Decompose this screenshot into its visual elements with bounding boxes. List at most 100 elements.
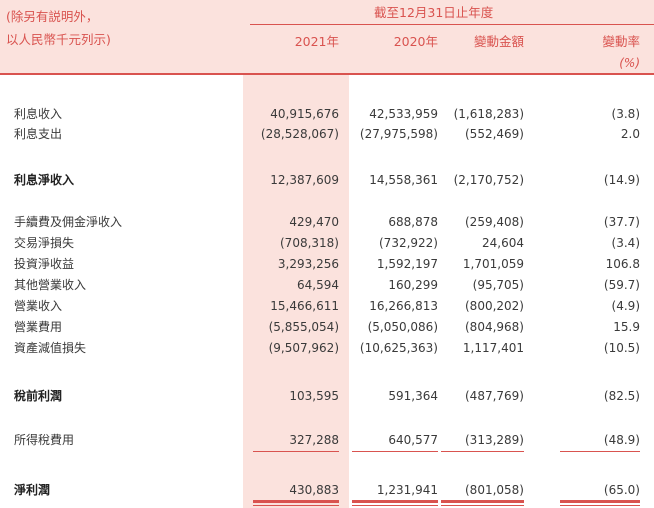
table-row-impairment-loss: 資產減值損失 (9,507,962) (10,625,363) 1,117,40… <box>0 340 654 356</box>
value-2021: (9,507,962) <box>268 341 339 355</box>
value-rate: 106.8 <box>605 257 640 271</box>
value-2021: 3,293,256 <box>277 257 339 271</box>
value-rate: (59.7) <box>603 278 640 292</box>
row-label: 利息淨收入 <box>14 173 75 187</box>
row-label: 營業收入 <box>14 299 63 313</box>
column-header-change: 變動金額 <box>473 34 524 49</box>
value-change: (259,408) <box>465 215 524 229</box>
value-change: (801,058) <box>465 483 524 497</box>
underline-rate <box>560 451 640 452</box>
financial-statement-table: (除另有説明外， 以人民幣千元列示) 截至12月31日止年度 2021年 202… <box>0 0 654 508</box>
value-2020: 42,533,959 <box>369 107 438 121</box>
double-underline-change-lower <box>441 505 524 506</box>
value-rate: (10.5) <box>603 341 640 355</box>
value-rate: 2.0 <box>620 127 640 141</box>
row-label: 其他營業收入 <box>14 278 87 292</box>
value-2021: 327,288 <box>289 433 339 447</box>
underline-change <box>441 451 524 452</box>
value-rate: (3.4) <box>611 236 640 250</box>
row-label: 淨利潤 <box>14 483 51 497</box>
double-underline-2021-lower <box>253 505 339 506</box>
currency-note-line2: 以人民幣千元列示) <box>6 32 111 47</box>
row-label: 利息支出 <box>14 127 63 141</box>
value-2020: (732,922) <box>379 236 438 250</box>
value-change: 1,701,059 <box>462 257 524 271</box>
value-2021: 429,470 <box>289 215 339 229</box>
value-2020: 688,878 <box>388 215 438 229</box>
value-change: (313,289) <box>465 433 524 447</box>
double-underline-2021 <box>253 500 339 503</box>
value-rate: (3.8) <box>611 107 640 121</box>
value-2021: 64,594 <box>297 278 339 292</box>
header-bottom-rule <box>0 73 654 75</box>
double-underline-rate <box>560 500 640 503</box>
period-heading: 截至12月31日止年度 <box>374 5 494 20</box>
value-change: (95,705) <box>472 278 524 292</box>
double-underline-2020-lower <box>352 505 438 506</box>
value-change: (804,968) <box>465 320 524 334</box>
table-row-other-operating-income: 其他營業收入 64,594 160,299 (95,705) (59.7) <box>0 277 654 293</box>
value-rate: (65.0) <box>603 483 640 497</box>
underline-2021 <box>253 451 339 452</box>
value-change: 24,604 <box>482 236 524 250</box>
value-rate: (48.9) <box>603 433 640 447</box>
value-change: (800,202) <box>465 299 524 313</box>
value-rate: (4.9) <box>611 299 640 313</box>
value-change: 1,117,401 <box>462 341 524 355</box>
row-label: 利息收入 <box>14 107 63 121</box>
rate-unit: (%) <box>619 56 640 70</box>
value-2020: 591,364 <box>388 389 438 403</box>
value-change: (487,769) <box>465 389 524 403</box>
value-2021: 103,595 <box>289 389 339 403</box>
value-change: (1,618,283) <box>453 107 524 121</box>
row-label: 資產減值損失 <box>14 341 87 355</box>
table-row-operating-income: 營業收入 15,466,611 16,266,813 (800,202) (4.… <box>0 298 654 314</box>
value-2020: (5,050,086) <box>367 320 438 334</box>
row-label: 手續費及佣金淨收入 <box>14 215 123 229</box>
value-2020: 16,266,813 <box>369 299 438 313</box>
column-header-2021: 2021年 <box>294 34 339 49</box>
value-2020: 1,592,197 <box>376 257 438 271</box>
value-2020: 14,558,361 <box>369 173 438 187</box>
table-row-income-tax: 所得稅費用 327,288 640,577 (313,289) (48.9) <box>0 432 654 448</box>
row-label: 所得稅費用 <box>14 433 75 447</box>
table-row-fee-commission: 手續費及佣金淨收入 429,470 688,878 (259,408) (37.… <box>0 214 654 230</box>
table-row-investment-gain: 投資淨收益 3,293,256 1,592,197 1,701,059 106.… <box>0 256 654 272</box>
value-2020: 160,299 <box>388 278 438 292</box>
table-row-net-interest-income: 利息淨收入 12,387,609 14,558,361 (2,170,752) … <box>0 172 654 188</box>
value-rate: (82.5) <box>603 389 640 403</box>
row-label: 稅前利潤 <box>14 389 63 403</box>
column-header-rate: 變動率 <box>602 34 640 49</box>
double-underline-change <box>441 500 524 503</box>
underline-2020 <box>352 451 438 452</box>
value-2021: 430,883 <box>289 483 339 497</box>
table-row-net-profit: 淨利潤 430,883 1,231,941 (801,058) (65.0) <box>0 482 654 498</box>
value-rate: 15.9 <box>613 320 640 334</box>
value-2020: (10,625,363) <box>359 341 438 355</box>
value-2021: (28,528,067) <box>260 127 339 141</box>
table-row-operating-expense: 營業費用 (5,855,054) (5,050,086) (804,968) 1… <box>0 319 654 335</box>
value-change: (2,170,752) <box>453 173 524 187</box>
value-2021: 12,387,609 <box>270 173 339 187</box>
value-2020: 640,577 <box>388 433 438 447</box>
value-2021: (5,855,054) <box>268 320 339 334</box>
value-rate: (37.7) <box>603 215 640 229</box>
double-underline-2020 <box>352 500 438 503</box>
value-2020: (27,975,598) <box>359 127 438 141</box>
value-2020: 1,231,941 <box>376 483 438 497</box>
value-2021: (708,318) <box>280 236 339 250</box>
row-label: 營業費用 <box>14 320 63 334</box>
column-header-2020: 2020年 <box>393 34 438 49</box>
period-heading-rule <box>250 24 654 25</box>
value-rate: (14.9) <box>603 173 640 187</box>
value-2021: 15,466,611 <box>270 299 339 313</box>
table-row-trading-loss: 交易淨損失 (708,318) (732,922) 24,604 (3.4) <box>0 235 654 251</box>
table-row-interest-income: 利息收入 40,915,676 42,533,959 (1,618,283) (… <box>0 106 654 122</box>
table-row-interest-expense: 利息支出 (28,528,067) (27,975,598) (552,469)… <box>0 126 654 142</box>
value-change: (552,469) <box>465 127 524 141</box>
row-label: 交易淨損失 <box>14 236 75 250</box>
double-underline-rate-lower <box>560 505 640 506</box>
currency-note-line1: (除另有説明外， <box>6 9 99 24</box>
value-2021: 40,915,676 <box>270 107 339 121</box>
row-label: 投資淨收益 <box>14 257 75 271</box>
